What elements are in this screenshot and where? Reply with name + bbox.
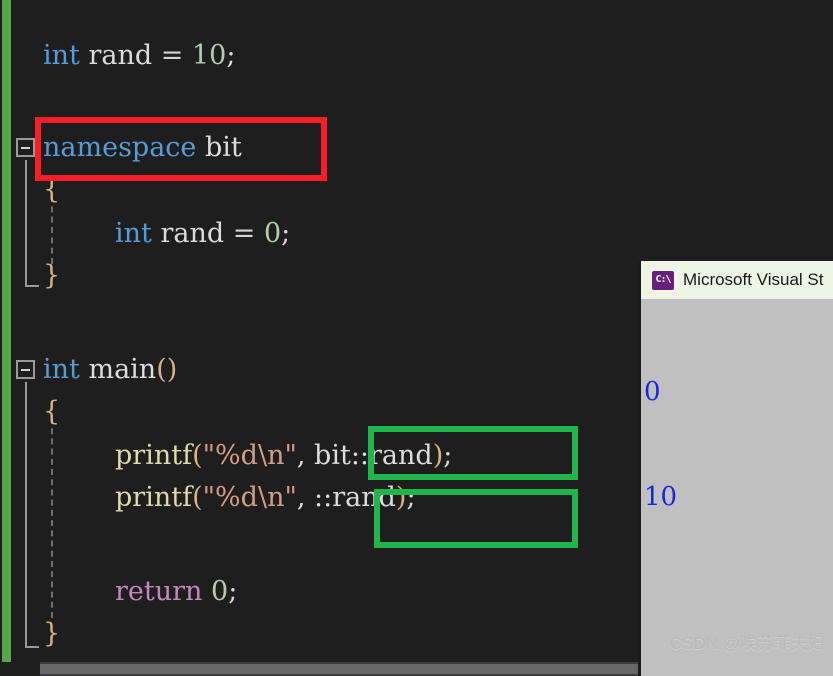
token-assign: = [152,40,192,71]
console-output-line: 0 [644,377,661,407]
token-keyword-int: int [43,354,80,385]
code-line-main-signature: int main() [43,348,177,392]
code-line-1: int rand = 10; [43,34,235,78]
console-output-line: 10 [644,482,678,512]
console-title-text: Microsoft Visual St [683,270,824,289]
screenshot-root: int rand = 10; namespace bit { int rand … [0,0,833,676]
console-window-icon: C:\ [652,270,674,290]
token-literal-0: 0 [211,576,229,607]
code-line-brace-close-main: } [43,612,60,656]
console-icon-glyph: C:\ [655,274,671,285]
token-comma: , [296,440,315,471]
token-brace-open: { [43,174,61,205]
token-semicolon: ; [281,218,291,249]
token-paren-open: ( [192,440,203,471]
token-identifier-main: main [88,354,157,385]
csdn-watermark: CSDN @唉苏菲夫妇 [669,634,825,653]
token-paren-open: ( [192,482,203,513]
code-line-namespace: namespace bit [43,126,242,170]
token-paren-close: ) [395,482,407,513]
token-function-printf: printf [115,482,193,513]
code-line-printf-bit: printf("%d\n", bit::rand); [115,434,452,478]
code-line-brace-open-ns: { [43,168,60,212]
token-semicolon: ; [406,482,416,513]
console-window[interactable]: C:\ Microsoft Visual St 0 10 D:\VS项目\ 程 … [638,261,833,676]
token-keyword-int: int [43,40,80,71]
code-text-layer: int rand = 10; namespace bit { int rand … [0,0,640,676]
code-line-brace-close-ns: } [43,254,60,298]
token-keyword-int: int [115,218,152,249]
token-brace-open: { [43,396,61,427]
code-line-return: return 0; [115,570,237,614]
token-brace-close: } [43,260,61,291]
console-output: 0 10 D:\VS项目\ 程 40840)已 按任意键关 [641,299,833,676]
horizontal-scrollbar-thumb[interactable] [40,664,640,674]
token-literal-0: 0 [263,218,282,249]
token-semicolon: ; [228,576,238,607]
code-line-printf-global: printf("%d\n", ::rand); [115,476,416,520]
token-identifier-bit: bit [205,132,242,163]
token-keyword-namespace: namespace [43,132,197,163]
token-scope-global-rand: ::rand [314,482,396,513]
token-format-string: "%d\n" [202,440,297,471]
token-comma: , [296,482,315,513]
code-line-brace-open-main: { [43,390,60,434]
token-identifier-rand: rand [160,218,225,249]
console-title-bar[interactable]: C:\ Microsoft Visual St [641,261,833,299]
token-control-return: return [115,576,203,607]
token-semicolon: ; [443,440,453,471]
token-semicolon: ; [226,40,236,71]
token-literal-10: 10 [191,40,227,71]
token-paren-close: ) [432,440,444,471]
token-assign: = [224,218,264,249]
token-identifier-rand: rand [88,40,153,71]
token-scope-bit-rand: bit::rand [314,440,433,471]
token-brace-close: } [43,618,61,649]
token-parens: () [156,354,178,385]
token-format-string: "%d\n" [202,482,297,513]
code-line-ns-rand: int rand = 0; [115,212,290,256]
token-function-printf: printf [115,440,193,471]
